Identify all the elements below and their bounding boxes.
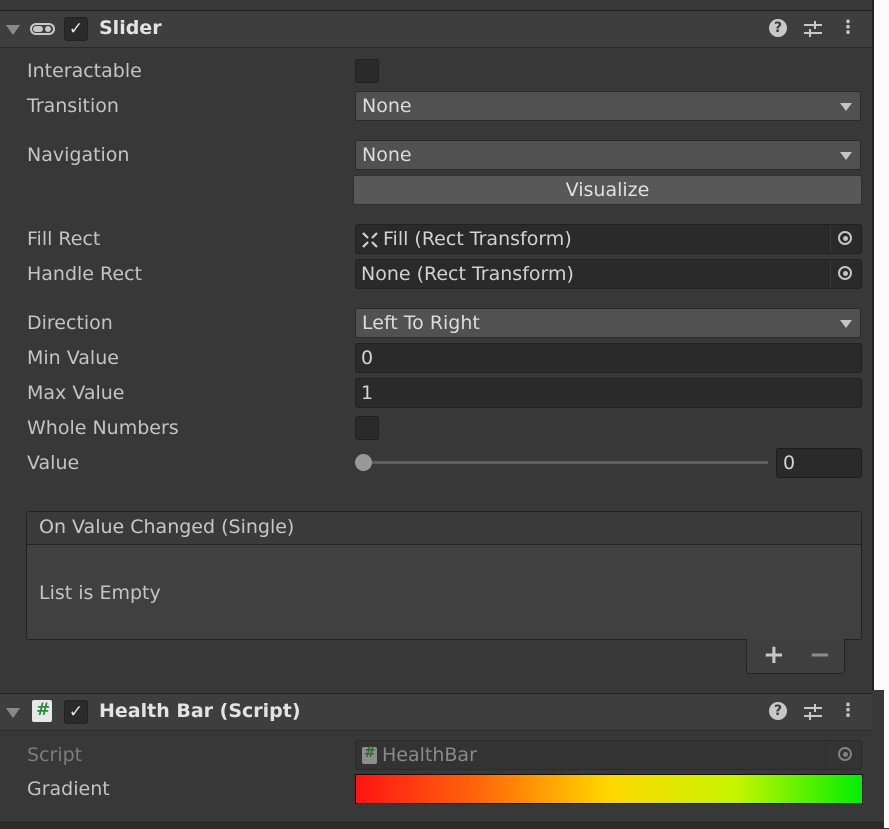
transition-label: Transition [27, 95, 119, 117]
script-label: Script [27, 744, 83, 766]
scrollbar[interactable] [872, 0, 889, 690]
direction-dropdown[interactable]: Left To Right [355, 308, 861, 338]
script-file-icon: # [362, 745, 377, 764]
navigation-value: None [362, 144, 412, 166]
interactable-checkbox[interactable] [355, 59, 379, 83]
dropdown-arrow-icon [840, 320, 852, 328]
event-title: On Value Changed (Single) [39, 516, 295, 538]
foldout-arrow-icon[interactable] [6, 708, 20, 718]
event-add-remove: + − [746, 639, 845, 674]
direction-label: Direction [27, 312, 113, 334]
slider-component-title: Slider [99, 17, 162, 39]
transition-dropdown[interactable]: None [355, 91, 861, 121]
max-value-value: 1 [361, 382, 374, 404]
help-icon[interactable]: ? [769, 19, 787, 37]
whole-numbers-checkbox[interactable] [355, 416, 379, 440]
script-field: # HealthBar [355, 740, 862, 770]
direction-value: Left To Right [362, 312, 480, 334]
value-number: 0 [783, 452, 796, 474]
rect-transform-icon [362, 232, 378, 248]
value-number-field[interactable]: 0 [776, 448, 862, 478]
slider-component-header[interactable]: ✓ Slider ? ⋮ [0, 10, 872, 48]
gradient-field[interactable] [355, 774, 863, 804]
dropdown-arrow-icon [840, 152, 852, 160]
slider-enabled-checkbox[interactable]: ✓ [64, 17, 88, 41]
value-label: Value [27, 452, 80, 474]
min-value-field[interactable]: 0 [355, 343, 862, 373]
script-file-icon: # [32, 700, 52, 722]
event-empty-text: List is Empty [39, 582, 161, 604]
context-menu-icon[interactable]: ⋮ [837, 700, 859, 722]
foldout-arrow-icon[interactable] [6, 25, 20, 35]
fill-rect-field[interactable]: Fill (Rect Transform) [355, 224, 862, 254]
whole-numbers-label: Whole Numbers [27, 417, 179, 439]
context-menu-icon[interactable]: ⋮ [837, 17, 859, 39]
object-picker [830, 741, 861, 769]
max-value-label: Max Value [27, 382, 125, 404]
max-value-field[interactable]: 1 [355, 378, 862, 408]
object-picker[interactable] [830, 260, 861, 288]
value-slider-thumb[interactable] [355, 454, 372, 471]
scrollbar-lower [884, 690, 889, 828]
visualize-button[interactable]: Visualize [353, 175, 862, 205]
min-value-value: 0 [361, 347, 374, 369]
event-header: On Value Changed (Single) [27, 512, 861, 545]
remove-listener-button[interactable]: − [809, 640, 831, 670]
handle-rect-value: None (Rect Transform) [361, 263, 574, 285]
on-value-changed-event: On Value Changed (Single) List is Empty [26, 511, 862, 640]
min-value-label: Min Value [27, 347, 119, 369]
fill-rect-value: Fill (Rect Transform) [383, 228, 572, 250]
preset-sliders-icon[interactable] [802, 702, 824, 722]
healthbar-enabled-checkbox[interactable]: ✓ [64, 700, 88, 724]
value-slider-track[interactable] [363, 461, 768, 464]
healthbar-component-title: Health Bar (Script) [99, 700, 301, 722]
slider-component-icon [30, 23, 55, 35]
gradient-label: Gradient [27, 778, 110, 800]
preset-sliders-icon[interactable] [802, 19, 824, 39]
add-listener-button[interactable]: + [763, 640, 785, 670]
fill-rect-label: Fill Rect [27, 228, 101, 250]
navigation-label: Navigation [27, 144, 130, 166]
interactable-label: Interactable [27, 60, 142, 82]
transition-value: None [362, 95, 412, 117]
dropdown-arrow-icon [840, 103, 852, 111]
script-value: HealthBar [382, 744, 477, 766]
help-icon[interactable]: ? [769, 702, 787, 720]
object-picker[interactable] [830, 225, 861, 253]
healthbar-component-header[interactable]: # ✓ Health Bar (Script) ? ⋮ [0, 693, 872, 731]
navigation-dropdown[interactable]: None [355, 140, 861, 170]
handle-rect-field[interactable]: None (Rect Transform) [355, 259, 862, 289]
handle-rect-label: Handle Rect [27, 263, 142, 285]
